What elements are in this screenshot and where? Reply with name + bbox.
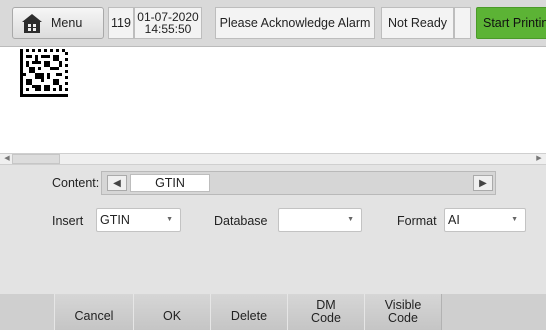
content-next-button[interactable]: ▶ [473, 175, 493, 191]
chevron-down-icon: ▼ [166, 216, 173, 223]
print-count-value: 119 [111, 16, 131, 30]
cancel-label: Cancel [74, 308, 114, 323]
insert-value: GTIN [100, 213, 130, 227]
status-spacer [454, 7, 471, 39]
triangle-left-icon: ◀ [113, 177, 121, 189]
delete-label: Delete [230, 308, 268, 323]
scroll-left-icon[interactable]: ◀ [2, 154, 12, 164]
datamatrix-code [20, 49, 68, 97]
print-count: 119 [108, 7, 134, 39]
menu-label: Menu [51, 16, 83, 30]
triangle-right-icon: ▶ [479, 177, 487, 189]
home-icon [22, 14, 42, 33]
database-label: Database [214, 214, 268, 228]
dm-code-label-line2: Code [311, 311, 341, 325]
dm-code-button[interactable]: DM Code [287, 294, 365, 330]
database-dropdown[interactable]: ▼ [278, 208, 362, 232]
ok-button[interactable]: OK [133, 294, 211, 330]
scroll-right-icon[interactable]: ▶ [534, 154, 544, 164]
datetime-display: 01-07-2020 14:55:50 [134, 7, 202, 39]
chevron-down-icon: ▼ [347, 216, 354, 223]
scrollbar-thumb[interactable] [12, 154, 60, 164]
start-printing-button[interactable]: Start Printing [476, 7, 546, 39]
ok-label: OK [162, 308, 182, 323]
format-dropdown[interactable]: AI ▼ [444, 208, 526, 232]
insert-dropdown[interactable]: GTIN ▼ [96, 208, 181, 232]
format-label: Format [397, 214, 437, 228]
content-item-gtin[interactable]: GTIN [130, 174, 210, 192]
alarm-text: Please Acknowledge Alarm [219, 16, 371, 30]
horizontal-scrollbar[interactable]: ◀ ▶ [0, 153, 546, 165]
visible-code-button[interactable]: Visible Code [364, 294, 442, 330]
time-text: 14:55:50 [144, 22, 192, 36]
insert-label: Insert [52, 214, 84, 228]
content-selector: ◀ GTIN ▶ [101, 171, 496, 195]
format-value: AI [448, 213, 460, 227]
start-printing-label: Start Printing [483, 16, 546, 30]
content-label: Content: [52, 176, 100, 190]
visible-code-label-line2: Code [388, 311, 418, 325]
menu-button[interactable]: Menu [12, 7, 104, 39]
delete-button[interactable]: Delete [210, 294, 288, 330]
printer-status-text: Not Ready [387, 16, 448, 30]
alarm-status[interactable]: Please Acknowledge Alarm [215, 7, 375, 39]
content-prev-button[interactable]: ◀ [107, 175, 127, 191]
printer-status: Not Ready [381, 7, 454, 39]
cancel-button[interactable]: Cancel [54, 294, 134, 330]
label-preview-area [0, 46, 546, 153]
chevron-down-icon: ▼ [511, 216, 518, 223]
